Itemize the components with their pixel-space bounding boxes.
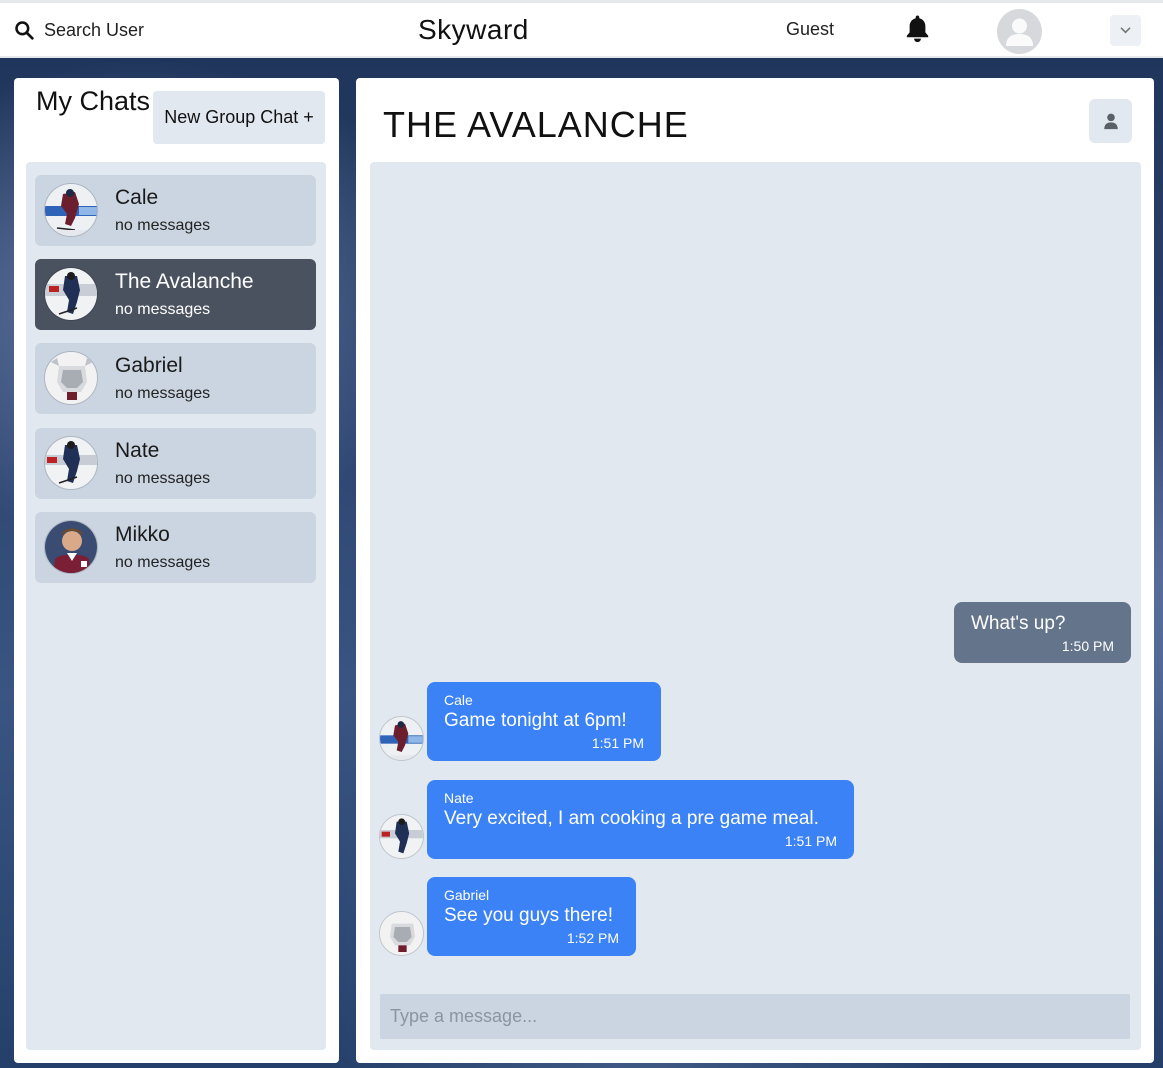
- chat-item-mikko[interactable]: Mikko no messages: [35, 512, 316, 583]
- message-time: 1:51 PM: [784, 833, 837, 849]
- message-text: Game tonight at 6pm!: [444, 710, 627, 731]
- chat-name: Nate: [115, 439, 160, 462]
- gabriel-avatar: [379, 911, 424, 956]
- chevron-down-icon: [1120, 27, 1131, 34]
- bell-icon[interactable]: [904, 14, 931, 44]
- messages-area[interactable]: What's up? 1:50 PM Cale Game tonight at …: [370, 162, 1141, 1050]
- message-input[interactable]: [380, 994, 1130, 1039]
- chat-last-message: no messages: [115, 554, 211, 571]
- chat-last-message: no messages: [115, 301, 211, 318]
- message-time: 1:50 PM: [1061, 638, 1114, 654]
- chat-title: THE AVALANCHE: [383, 104, 689, 145]
- nate-avatar: [44, 436, 98, 490]
- chat-name: Gabriel: [115, 354, 183, 377]
- top-bar: Search User Skyward Guest: [0, 0, 1163, 58]
- chat-item-cale[interactable]: Cale no messages: [35, 175, 316, 246]
- message-bubble: Nate Very excited, I am cooking a pre ga…: [427, 780, 854, 859]
- chat-name: The Avalanche: [115, 270, 254, 293]
- message-text: Very excited, I am cooking a pre game me…: [444, 808, 819, 829]
- cale-avatar: [44, 183, 98, 237]
- the-avalanche-avatar: [44, 267, 98, 321]
- user-icon: [1103, 113, 1118, 130]
- chat-last-message: no messages: [115, 385, 211, 402]
- nate-avatar: [379, 814, 424, 859]
- chat-item-the-avalanche[interactable]: The Avalanche no messages: [35, 259, 316, 330]
- chat-panel: THE AVALANCHE What's up? 1:50 PM Cale Ga…: [356, 78, 1154, 1063]
- search-user-label: Search User: [44, 19, 145, 40]
- user-menu-dropdown[interactable]: [1110, 15, 1141, 46]
- message-time: 1:51 PM: [591, 735, 644, 751]
- message-bubble-own: What's up? 1:50 PM: [954, 602, 1131, 663]
- chat-item-nate[interactable]: Nate no messages: [35, 428, 316, 499]
- message-sender: Cale: [444, 692, 473, 708]
- chat-members-button[interactable]: [1089, 99, 1132, 143]
- user-name-label: Guest: [786, 19, 835, 39]
- chat-item-gabriel[interactable]: Gabriel no messages: [35, 343, 316, 414]
- cale-avatar: [379, 716, 424, 761]
- mikko-avatar: [44, 520, 98, 574]
- search-icon: [15, 21, 34, 40]
- message-sender: Nate: [444, 790, 474, 806]
- message-time: 1:52 PM: [566, 930, 619, 946]
- message-bubble: Cale Game tonight at 6pm! 1:51 PM: [427, 682, 661, 761]
- message-sender: Gabriel: [444, 887, 490, 903]
- chat-name: Cale: [115, 186, 159, 209]
- message-text: See you guys there!: [444, 905, 613, 926]
- user-avatar[interactable]: [997, 9, 1042, 54]
- message-bubble: Gabriel See you guys there! 1:52 PM: [427, 877, 636, 956]
- chat-last-message: no messages: [115, 470, 211, 487]
- chat-last-message: no messages: [115, 217, 211, 234]
- search-user-button[interactable]: Search User: [14, 13, 144, 47]
- app-title: Skyward: [418, 14, 529, 45]
- user-icon: [1006, 18, 1033, 46]
- chat-list[interactable]: Cale no messages The Avalanche no messag…: [26, 162, 326, 1050]
- my-chats-panel: My Chats New Group Chat + Cale no messag…: [14, 78, 339, 1063]
- my-chats-title: My Chats: [36, 86, 151, 116]
- message-text: What's up?: [971, 613, 1066, 634]
- gabriel-avatar: [44, 351, 98, 405]
- chat-name: Mikko: [115, 523, 170, 546]
- new-group-chat-button[interactable]: New Group Chat +: [153, 91, 325, 144]
